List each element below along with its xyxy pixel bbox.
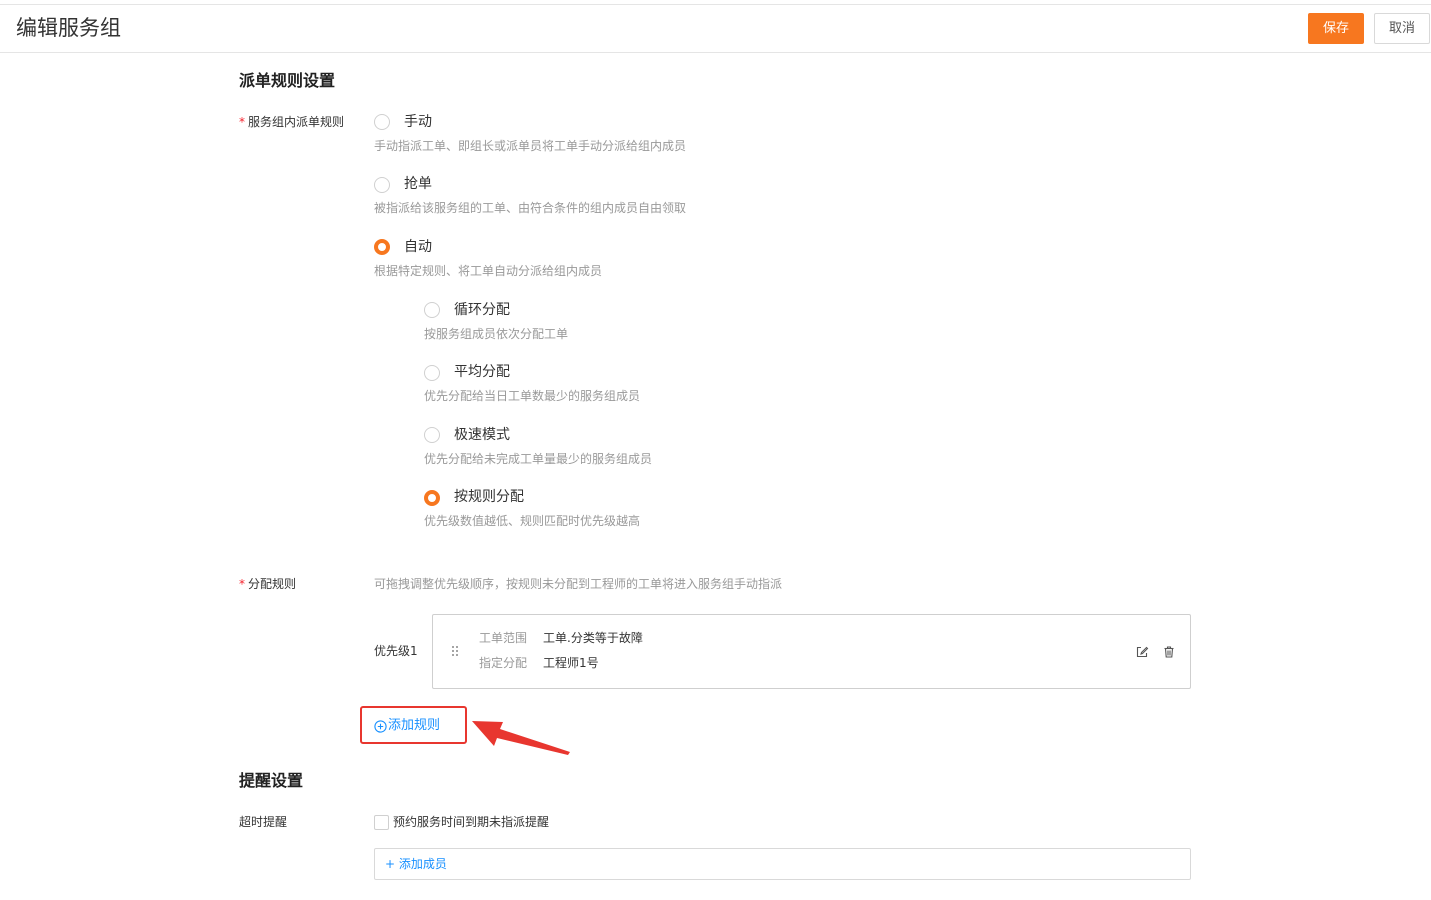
plus-circle-icon [374,719,387,733]
member-select[interactable]: + 添加成员 [374,848,1191,880]
save-button[interactable]: 保存 [1308,13,1364,44]
rule-assign-value: 工程师1号 [543,656,599,670]
header-bar: 编辑服务组 保存 取消 [0,4,1431,53]
radio-grab[interactable] [374,177,390,193]
page: 编辑服务组 保存 取消 派单规则设置 * 服务组内派单规则 手动 手动指派工单、即… [0,0,1431,900]
radio-average-desc: 优先分配给当日工单数最少的服务组成员 [424,389,641,403]
timeout-checkbox-label[interactable]: 预约服务时间到期未指派提醒 [393,814,549,830]
radio-round-robin-desc: 按服务组成员依次分配工单 [424,327,569,341]
radio-round-robin-label[interactable]: 循环分配 [454,301,510,319]
radio-round-robin[interactable] [424,302,440,318]
page-title: 编辑服务组 [16,16,121,40]
trash-icon[interactable] [1162,644,1176,658]
dispatch-section-title: 派单规则设置 [239,71,336,90]
radio-grab-label[interactable]: 抢单 [404,175,432,193]
allocation-label-text: 分配规则 [248,577,297,591]
radio-fast[interactable] [424,427,440,443]
radio-auto-label[interactable]: 自动 [404,238,432,256]
edit-icon[interactable] [1135,644,1149,658]
radio-average-label[interactable]: 平均分配 [454,363,510,381]
radio-by-rule[interactable] [424,490,440,506]
reminder-section-title: 提醒设置 [239,771,304,790]
dispatch-rule-label-text: 服务组内派单规则 [248,115,345,129]
radio-manual[interactable] [374,114,390,130]
rule-assign-key: 指定分配 [479,656,528,670]
drag-handle-icon[interactable] [451,645,459,659]
dispatch-rule-label: * 服务组内派单规则 [239,114,344,130]
add-member-button[interactable]: + 添加成员 [385,856,447,872]
add-rule-label[interactable]: 添加规则 [388,718,440,734]
radio-by-rule-desc: 优先级数值越低、规则匹配时优先级越高 [424,514,641,528]
radio-fast-label[interactable]: 极速模式 [454,426,510,444]
timeout-checkbox[interactable] [374,815,389,830]
priority-label: 优先级1 [374,644,418,658]
required-mark: * [239,577,245,591]
add-rule-button[interactable]: 添加规则 [374,718,440,734]
allocation-hint: 可拖拽调整优先级顺序，按规则未分配到工程师的工单将进入服务组手动指派 [374,577,783,591]
rule-scope-value: 工单.分类等于故障 [543,631,643,645]
radio-manual-desc: 手动指派工单、即组长或派单员将工单手动分派给组内成员 [374,139,687,153]
radio-auto-desc: 根据特定规则、将工单自动分派给组内成员 [374,264,603,278]
radio-grab-desc: 被指派给该服务组的工单、由符合条件的组内成员自由领取 [374,201,687,215]
radio-auto[interactable] [374,239,390,255]
required-mark: * [239,115,245,129]
allocation-label: * 分配规则 [239,576,296,592]
rule-scope-key: 工单范围 [479,631,528,645]
cancel-button[interactable]: 取消 [1374,13,1430,44]
radio-fast-desc: 优先分配给未完成工单量最少的服务组成员 [424,452,653,466]
radio-by-rule-label[interactable]: 按规则分配 [454,488,524,506]
radio-average[interactable] [424,365,440,381]
annotation-arrow-icon [472,721,570,755]
timeout-label: 超时提醒 [239,815,288,829]
radio-manual-label[interactable]: 手动 [404,113,432,131]
rule-card[interactable]: 工单范围 工单.分类等于故障 指定分配 工程师1号 [432,614,1191,689]
